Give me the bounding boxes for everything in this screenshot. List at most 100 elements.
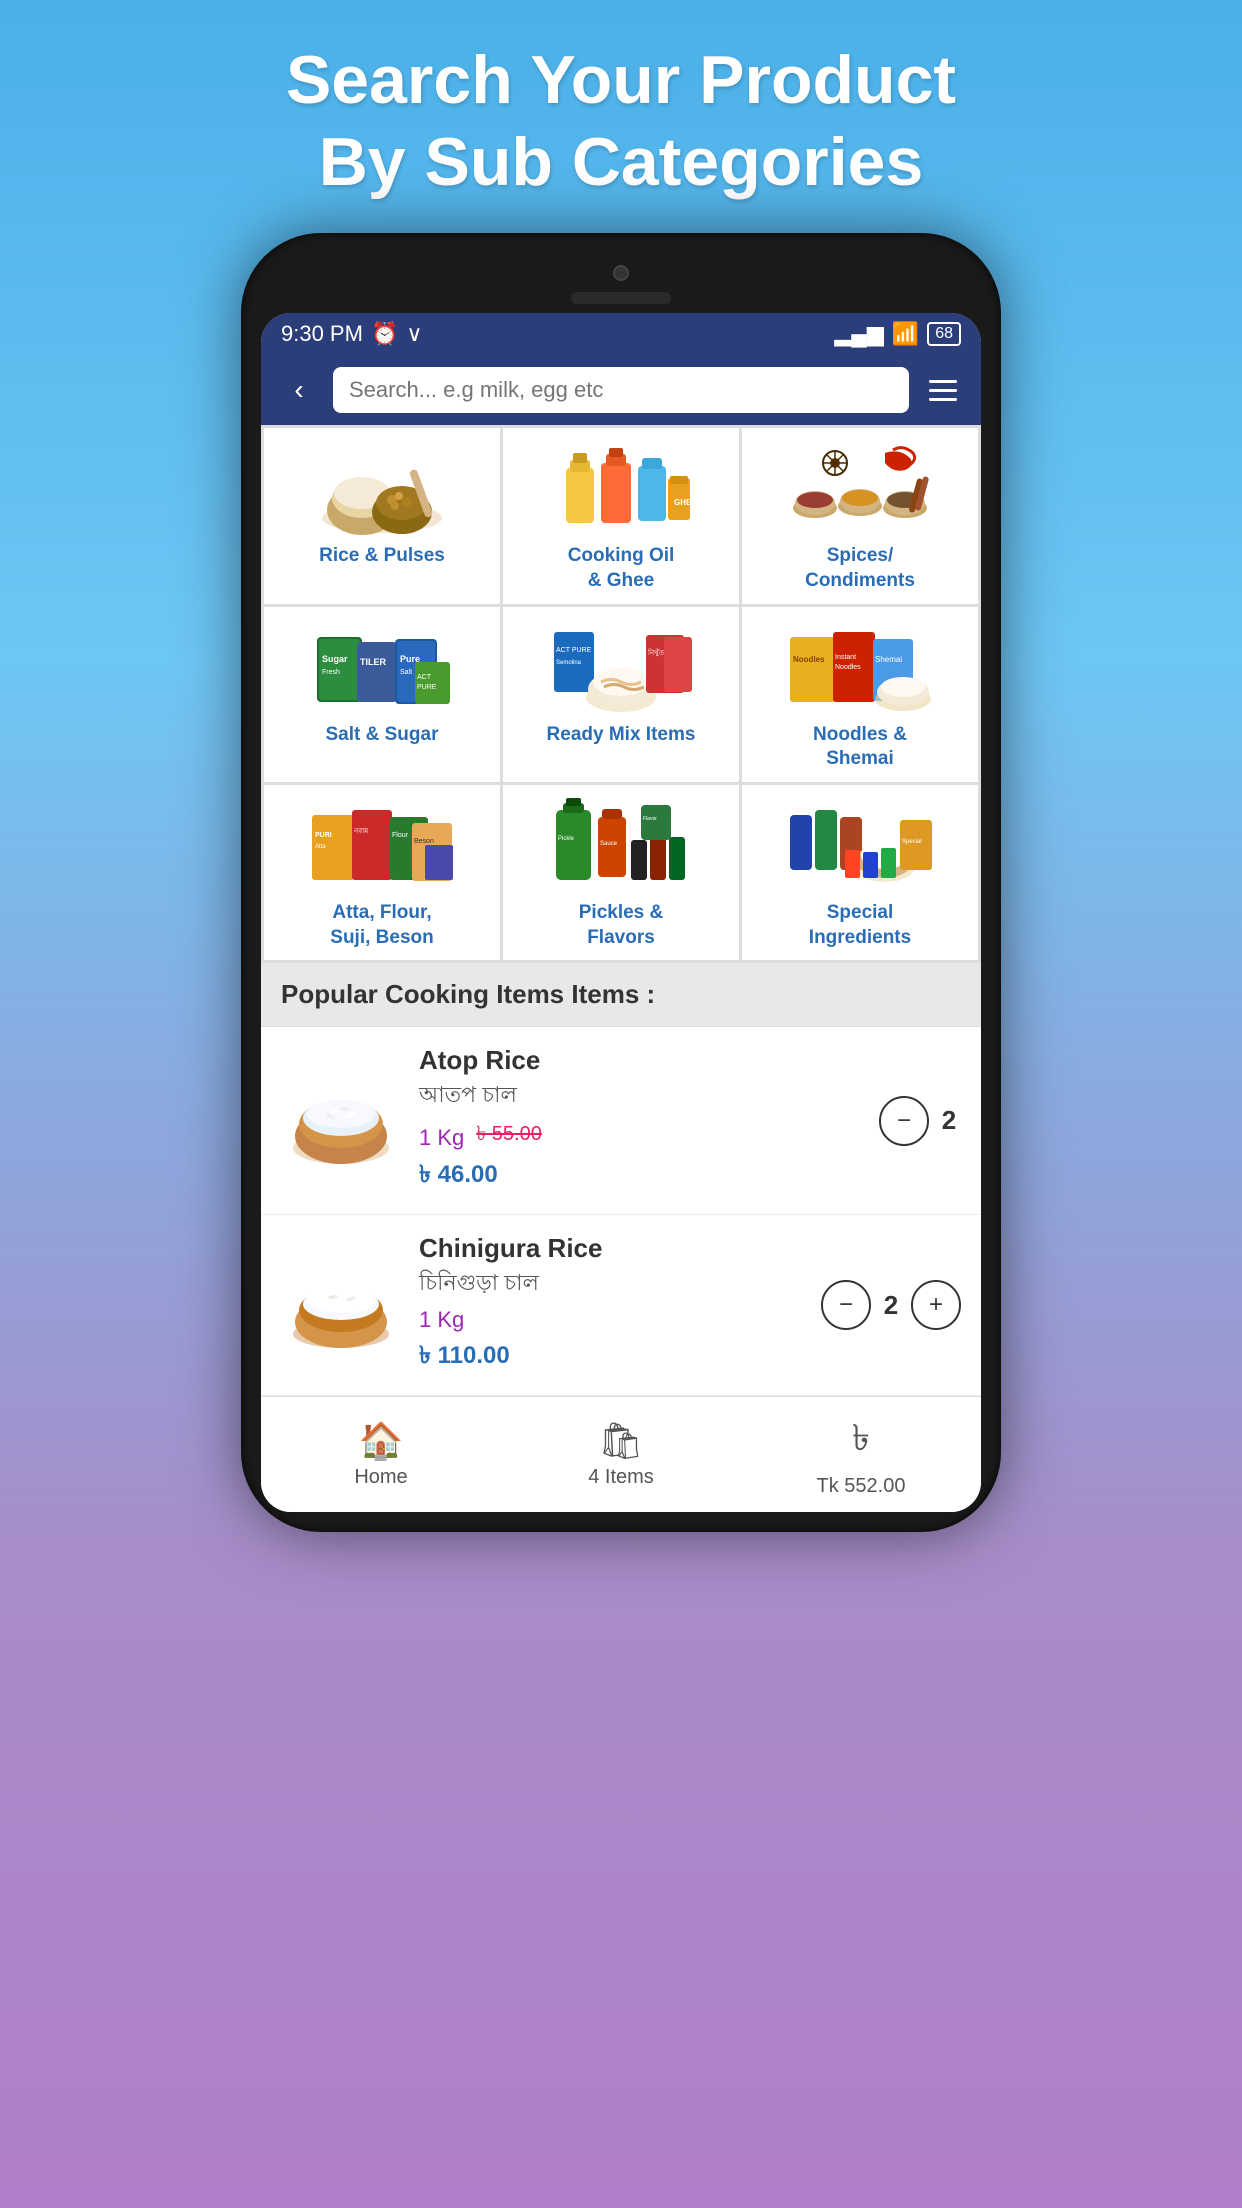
cooking-oil-svg: GHEE [546, 438, 696, 538]
noodles-label: Noodles &Shemai [813, 723, 907, 772]
svg-text:ACT: ACT [417, 674, 432, 681]
atop-rice-price-row: 1 Kg ৳ 55.00 [419, 1119, 861, 1152]
home-icon: 🏠 [359, 1420, 404, 1462]
taka-icon: ৳ [852, 1411, 870, 1471]
chinigura-new-price: ৳ 110.00 [419, 1337, 803, 1377]
header-line1: Search Your Product [60, 40, 1182, 122]
svg-text:Pickle: Pickle [558, 836, 575, 842]
rice-pulses-image [307, 438, 457, 538]
atop-rice-image [281, 1071, 401, 1171]
atop-rice-name-bn: আতপ চাল [419, 1078, 861, 1115]
menu-icon-line2 [929, 389, 957, 392]
svg-text:PURI: PURI [315, 832, 332, 839]
chinigura-qty-control: − 2 + [821, 1280, 961, 1330]
back-button[interactable]: ‹ [277, 368, 321, 412]
svg-text:Noodles: Noodles [835, 664, 861, 671]
pickles-svg: Pickle Sauce Flavor [546, 795, 696, 895]
atta-flour-image: PURI Atta নবান্ন Flour Beson [307, 795, 457, 895]
atop-rice-details: Atop Rice আতপ চাল 1 Kg ৳ 55.00 ৳ 46.00 [419, 1045, 861, 1196]
svg-text:ACT PURE: ACT PURE [556, 647, 592, 654]
svg-text:PURE: PURE [417, 684, 437, 691]
chinigura-svg [286, 1260, 396, 1350]
chinigura-qty: 2 [879, 1290, 903, 1321]
category-noodles[interactable]: Noodles Instant Noodles Shemai Noodles &… [742, 607, 978, 782]
menu-icon-line3 [929, 398, 957, 401]
svg-text:Special: Special [902, 839, 922, 845]
spices-label: Spices/Condiments [805, 544, 915, 593]
svg-text:নবান্ন: নবান্ন [353, 828, 369, 835]
svg-text:Salt: Salt [400, 669, 412, 676]
cooking-oil-label: Cooking Oil& Ghee [568, 544, 675, 593]
atop-rice-decrease-btn[interactable]: − [879, 1096, 929, 1146]
svg-text:Sugar: Sugar [322, 654, 348, 664]
category-special[interactable]: Special SpecialIngredients [742, 785, 978, 960]
svg-text:Noodles: Noodles [793, 655, 825, 664]
svg-text:GHEE: GHEE [674, 498, 696, 507]
atop-rice-qty: 2 [937, 1105, 961, 1136]
atop-rice-name-en: Atop Rice [419, 1045, 861, 1076]
category-atta-flour[interactable]: PURI Atta নবান্ন Flour Beson Atta, Flour… [264, 785, 500, 960]
special-svg: Special [785, 795, 935, 895]
category-salt-sugar[interactable]: Sugar Fresh TILER Pure Salt ACT PURE [264, 607, 500, 782]
menu-button[interactable] [921, 368, 965, 412]
svg-text:Beson: Beson [414, 838, 434, 845]
atop-rice-old-price: ৳ 55.00 [476, 1119, 542, 1152]
status-bar: 9:30 PM ⏰ ∨ ▂▄▆ 📶 68 [261, 313, 981, 355]
atop-rice-svg [286, 1076, 396, 1166]
svg-text:Flavor: Flavor [643, 816, 657, 822]
popular-header: Popular Cooking Items Items : [261, 963, 981, 1027]
category-ready-mix[interactable]: ACT PURE Semolina নিখুঁত [503, 607, 739, 782]
pickles-image: Pickle Sauce Flavor [546, 795, 696, 895]
phone-notch [261, 253, 981, 313]
tab-home-label: Home [354, 1466, 407, 1489]
svg-text:Semolina: Semolina [556, 660, 582, 666]
atop-rice-qty-control: − 2 [879, 1096, 961, 1146]
atta-svg: PURI Atta নবান্ন Flour Beson [307, 795, 457, 895]
page-header: Search Your Product By Sub Categories [0, 0, 1242, 233]
svg-text:Flour: Flour [392, 832, 409, 839]
header-line2: By Sub Categories [60, 122, 1182, 204]
pickles-label: Pickles &Flavors [579, 901, 664, 950]
category-spices[interactable]: Spices/Condiments [742, 428, 978, 603]
phone-frame: 9:30 PM ⏰ ∨ ▂▄▆ 📶 68 ‹ [241, 233, 1001, 1532]
atop-rice-new-price: ৳ 46.00 [419, 1156, 861, 1196]
tab-cart-label: 4 Items [588, 1466, 654, 1489]
ready-mix-svg: ACT PURE Semolina নিখুঁত [546, 617, 696, 717]
spices-svg [785, 438, 935, 538]
wifi-icon: 📶 [892, 321, 919, 347]
tab-total[interactable]: ৳ Tk 552.00 [741, 1397, 981, 1512]
search-input[interactable] [333, 367, 909, 413]
chinigura-decrease-btn[interactable]: − [821, 1280, 871, 1330]
tab-total-label: Tk 552.00 [817, 1475, 906, 1498]
special-image: Special [785, 795, 935, 895]
svg-text:নিখুঁত: নিখুঁত [647, 648, 665, 657]
chinigura-increase-btn[interactable]: + [911, 1280, 961, 1330]
rice-pulses-svg [307, 438, 457, 538]
special-label: SpecialIngredients [809, 901, 911, 950]
svg-text:Instant: Instant [835, 654, 856, 661]
alarm-icon: ⏰ [371, 321, 398, 347]
cart-icon: 🛍 [598, 1420, 644, 1462]
salt-sugar-image: Sugar Fresh TILER Pure Salt ACT PURE [307, 617, 457, 717]
category-pickles[interactable]: Pickle Sauce Flavor Pickles &Fl [503, 785, 739, 960]
tab-home[interactable]: 🏠 Home [261, 1397, 501, 1512]
salt-sugar-label: Salt & Sugar [326, 723, 439, 748]
chinigura-details: Chinigura Rice চিনিগুড়া চাল 1 Kg ৳ 110.… [419, 1233, 803, 1377]
category-rice-pulses[interactable]: Rice & Pulses [264, 428, 500, 603]
spices-image [785, 438, 935, 538]
ready-mix-image: ACT PURE Semolina নিখুঁত [546, 617, 696, 717]
noodles-svg: Noodles Instant Noodles Shemai [785, 617, 935, 717]
popular-title: Popular Cooking Items Items : [281, 979, 655, 1009]
product-item-chinigura: Chinigura Rice চিনিগুড়া চাল 1 Kg ৳ 110.… [261, 1215, 981, 1396]
battery-level: 68 [927, 322, 961, 346]
cooking-oil-image: GHEE [546, 438, 696, 538]
chinigura-name-en: Chinigura Rice [419, 1233, 803, 1264]
phone-camera [613, 265, 629, 281]
phone-screen: 9:30 PM ⏰ ∨ ▂▄▆ 📶 68 ‹ [261, 313, 981, 1512]
atta-flour-label: Atta, Flour,Suji, Beson [330, 901, 433, 950]
noodles-image: Noodles Instant Noodles Shemai [785, 617, 935, 717]
tab-cart[interactable]: 🛍 4 Items [501, 1397, 741, 1512]
category-cooking-oil[interactable]: GHEE Cooking Oil& Ghee [503, 428, 739, 603]
product-item-atop-rice: Atop Rice আতপ চাল 1 Kg ৳ 55.00 ৳ 46.00 −… [261, 1027, 981, 1215]
signal-icon: ▂▄▆ [834, 321, 883, 347]
